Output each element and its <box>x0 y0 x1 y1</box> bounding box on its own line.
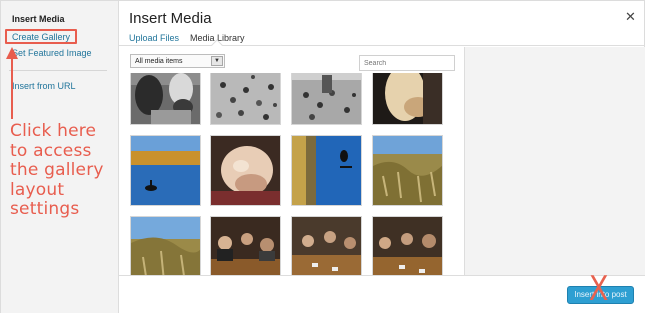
create-gallery-highlight <box>5 29 77 44</box>
x-mark-annotation: X <box>588 269 609 309</box>
attachment-details-sidebar <box>464 47 645 275</box>
media-modal: Insert Media Create Gallery Set Featured… <box>0 0 645 313</box>
router-tabs: Upload Files Media Library <box>119 30 645 51</box>
media-thumbnail[interactable] <box>372 135 443 206</box>
media-thumbnail[interactable] <box>372 216 443 275</box>
tab-upload-files[interactable]: Upload Files <box>129 33 179 43</box>
media-thumbnail[interactable] <box>130 216 201 275</box>
media-thumbnail[interactable] <box>130 135 201 206</box>
media-thumbnail[interactable] <box>372 73 443 125</box>
media-filter-select[interactable]: All media items ▼ <box>130 54 225 68</box>
menu-separator <box>9 70 107 71</box>
modal-title: Insert Media <box>129 10 212 27</box>
media-filter-value: All media items <box>135 58 183 65</box>
media-thumbnail[interactable] <box>210 73 281 125</box>
media-thumbnail[interactable] <box>291 73 362 125</box>
media-thumbnail[interactable] <box>210 135 281 206</box>
attachments-browser <box>120 73 463 275</box>
media-thumbnail[interactable] <box>210 216 281 275</box>
set-featured-image-link[interactable]: Set Featured Image <box>12 48 92 58</box>
annotation-text: Click here to access the gallery layout … <box>10 121 104 219</box>
menu-title: Insert Media <box>12 14 65 24</box>
insert-from-url-link[interactable]: Insert from URL <box>12 81 76 91</box>
close-icon[interactable]: ✕ <box>625 9 636 25</box>
search-input[interactable] <box>359 55 455 71</box>
media-thumbnail[interactable] <box>130 73 201 125</box>
chevron-down-icon: ▼ <box>211 56 223 66</box>
media-thumbnail[interactable] <box>291 135 362 206</box>
media-thumbnail[interactable] <box>291 216 362 275</box>
